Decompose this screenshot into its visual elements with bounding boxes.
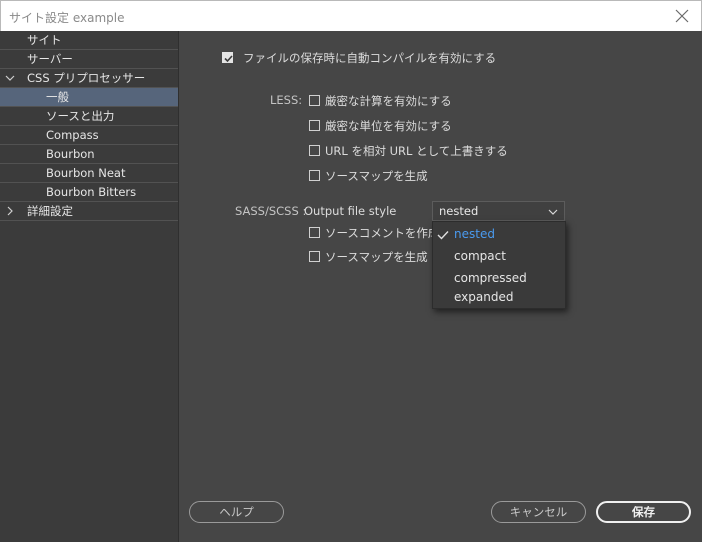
less-strict-math-checkbox[interactable]: [309, 95, 320, 106]
menu-option-compressed[interactable]: compressed: [433, 268, 565, 288]
sass-label: SASS/SCSS :: [235, 204, 307, 218]
chevron-down-icon: [548, 209, 558, 215]
less-label: LESS:: [270, 93, 303, 107]
sass-source-comments-label: ソースコメントを作成: [325, 226, 440, 240]
sidebar-item-label: Bourbon Bitters: [46, 185, 137, 199]
sidebar-item-label: Bourbon Neat: [46, 166, 126, 180]
sidebar-item-general[interactable]: 一般: [0, 88, 178, 107]
autocompile-label: ファイルの保存時に自動コンパイルを有効にする: [243, 51, 497, 65]
sidebar-item-label: サイト: [27, 33, 62, 47]
sidebar-item-label: Bourbon: [46, 147, 95, 161]
less-strict-units-label: 厳密な単位を有効にする: [325, 119, 452, 133]
sidebar-item-site[interactable]: サイト: [0, 31, 178, 50]
menu-option-label: compressed: [454, 271, 527, 285]
site-settings-dialog: サイト サーバー CSS プリプロセッサー 一般 ソースと出力 Compass …: [0, 31, 702, 542]
checkmark-icon: [224, 55, 233, 63]
sidebar: サイト サーバー CSS プリプロセッサー 一般 ソースと出力 Compass …: [0, 31, 179, 542]
output-style-menu: nested compact compressed expanded: [432, 221, 566, 309]
output-style-value: nested: [439, 204, 479, 218]
close-icon[interactable]: [673, 7, 691, 25]
output-style-select[interactable]: nested: [432, 201, 565, 221]
sidebar-item-label: CSS プリプロセッサー: [27, 71, 146, 85]
menu-option-label: compact: [454, 249, 506, 263]
sidebar-item-server[interactable]: サーバー: [0, 50, 178, 69]
less-sourcemap-label: ソースマップを生成: [325, 169, 428, 183]
sidebar-item-advanced[interactable]: 詳細設定: [0, 202, 178, 221]
autocompile-checkbox[interactable]: [222, 52, 233, 63]
window-title: サイト設定 example: [9, 11, 125, 25]
menu-option-nested[interactable]: nested: [433, 224, 565, 244]
sidebar-item-compass[interactable]: Compass: [0, 126, 178, 145]
sidebar-item-label: 一般: [46, 90, 69, 104]
less-relative-urls-label: URL を相対 URL として上書きする: [325, 144, 508, 158]
help-button[interactable]: ヘルプ: [189, 501, 284, 523]
sidebar-item-label: ソースと出力: [46, 109, 115, 123]
sidebar-item-label: 詳細設定: [27, 204, 73, 218]
sidebar-item-bourbon-neat[interactable]: Bourbon Neat: [0, 164, 178, 183]
menu-option-compact[interactable]: compact: [433, 246, 565, 266]
sidebar-item-bourbon-bitters[interactable]: Bourbon Bitters: [0, 183, 178, 202]
sidebar-item-bourbon[interactable]: Bourbon: [0, 145, 178, 164]
sidebar-item-label: サーバー: [27, 52, 73, 66]
sidebar-item-source-output[interactable]: ソースと出力: [0, 107, 178, 126]
save-button[interactable]: 保存: [596, 501, 691, 523]
less-sourcemap-checkbox[interactable]: [309, 170, 320, 181]
sidebar-item-label: Compass: [46, 128, 99, 142]
title-bar: サイト設定 example: [0, 0, 702, 31]
output-style-label: Output file style: [304, 204, 397, 218]
less-strict-units-checkbox[interactable]: [309, 120, 320, 131]
sass-sourcemap-label: ソースマップを生成: [325, 250, 428, 264]
chevron-right-icon[interactable]: [5, 206, 15, 216]
checkmark-icon: [437, 231, 449, 240]
less-strict-math-label: 厳密な計算を有効にする: [325, 94, 452, 108]
sass-source-comments-checkbox[interactable]: [309, 227, 320, 238]
menu-option-label: expanded: [454, 290, 514, 304]
menu-option-label: nested: [454, 227, 495, 241]
sidebar-item-css-preprocessor[interactable]: CSS プリプロセッサー: [0, 69, 178, 88]
less-relative-urls-checkbox[interactable]: [309, 145, 320, 156]
sass-sourcemap-checkbox[interactable]: [309, 251, 320, 262]
chevron-down-icon[interactable]: [5, 73, 15, 83]
cancel-button[interactable]: キャンセル: [491, 501, 586, 523]
menu-option-expanded[interactable]: expanded: [433, 290, 565, 310]
